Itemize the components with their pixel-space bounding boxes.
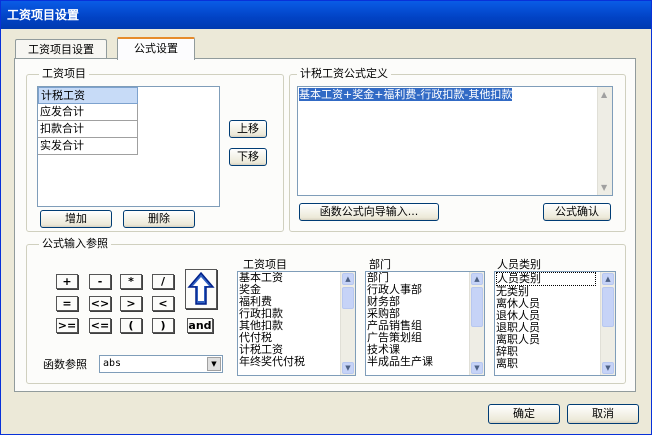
window-title: 工资项目设置: [7, 8, 80, 22]
dialog-window: 工资项目设置 工资项目设置 公式设置 工资项目 计税工资 应发合计 扣款合计 实…: [0, 0, 652, 435]
op-plus-button[interactable]: +: [56, 274, 78, 289]
scroll-thumb[interactable]: [342, 287, 354, 309]
tab-salary-items[interactable]: 工资项目设置: [15, 39, 107, 60]
list-items: 基本工资 奖金 福利费 行政扣款 其他扣款 代付税 计税工资 年终奖代付税: [239, 272, 339, 368]
scroll-down-icon[interactable]: ▼: [342, 362, 354, 374]
salary-items-group-label: 工资项目: [39, 67, 89, 80]
move-down-button[interactable]: 下移: [229, 148, 267, 166]
op-greater-button[interactable]: >: [120, 296, 142, 311]
op-divide-button[interactable]: /: [152, 274, 174, 289]
op-and-button[interactable]: and: [187, 318, 213, 333]
department-ref-list[interactable]: 部门 行政人事部 财务部 采购部 产品销售组 广告策划组 技术课 半成品生产课 …: [365, 271, 485, 376]
add-button[interactable]: 增加: [40, 210, 112, 228]
op-less-button[interactable]: <: [152, 296, 174, 311]
formula-scrollbar[interactable]: ▲ ▼: [597, 87, 612, 195]
tab-label: 公式设置: [134, 42, 178, 55]
list-item[interactable]: 年终奖代付税: [239, 356, 339, 368]
scroll-down-icon[interactable]: ▼: [602, 362, 614, 374]
insert-arrow-button[interactable]: [185, 269, 217, 309]
staff-category-ref-title: 人员类别: [497, 258, 541, 271]
func-ref-label: 函数参照: [43, 358, 87, 371]
scroll-down-icon[interactable]: ▼: [471, 362, 483, 374]
salary-items-ref-title: 工资项目: [243, 258, 287, 271]
department-ref-title: 部门: [369, 258, 391, 271]
list-item[interactable]: 计税工资: [38, 87, 138, 104]
up-arrow-icon: [187, 271, 215, 305]
list-item[interactable]: 扣款合计: [38, 121, 138, 138]
list-item[interactable]: 离职: [496, 358, 596, 370]
ok-button[interactable]: 确定: [488, 404, 560, 424]
list-items: 人员类别 无类别 离休人员 退休人员 退职人员 离职人员 辞职 离职: [496, 272, 596, 370]
move-up-button[interactable]: 上移: [229, 120, 267, 138]
title-bar: 工资项目设置: [1, 1, 651, 29]
op-equal-button[interactable]: =: [56, 296, 78, 311]
formula-wizard-button[interactable]: 函数公式向导输入...: [299, 203, 439, 221]
tab-label: 工资项目设置: [28, 43, 94, 56]
op-close-paren-button[interactable]: ): [152, 318, 174, 333]
op-minus-button[interactable]: -: [89, 274, 111, 289]
tab-formula-settings[interactable]: 公式设置: [117, 37, 195, 60]
list-item[interactable]: 人员类别: [496, 272, 596, 286]
formula-textarea[interactable]: 基本工资+奖金+福利费-行政扣款-其他扣款 ▲ ▼: [297, 86, 613, 196]
formula-def-group-label: 计税工资公式定义: [297, 67, 391, 80]
scroll-up-icon[interactable]: ▲: [342, 273, 354, 285]
scroll-up-icon[interactable]: ▲: [601, 90, 607, 99]
salary-items-ref-list[interactable]: 基本工资 奖金 福利费 行政扣款 其他扣款 代付税 计税工资 年终奖代付税 ▲ …: [237, 271, 356, 376]
cancel-button[interactable]: 取消: [567, 404, 639, 424]
scroll-down-icon[interactable]: ▼: [601, 183, 607, 192]
scroll-up-icon[interactable]: ▲: [602, 273, 614, 285]
scrollbar[interactable]: ▲ ▼: [600, 272, 615, 375]
salary-items-list[interactable]: 计税工资 应发合计 扣款合计 实发合计: [37, 86, 220, 207]
scroll-thumb[interactable]: [602, 287, 614, 327]
func-ref-value: abs: [103, 358, 122, 369]
scroll-up-icon[interactable]: ▲: [471, 273, 483, 285]
scrollbar[interactable]: ▲ ▼: [469, 272, 484, 375]
formula-text: 基本工资+奖金+福利费-行政扣款-其他扣款: [299, 88, 513, 101]
op-less-equal-button[interactable]: <=: [89, 318, 111, 333]
formula-confirm-button[interactable]: 公式确认: [543, 203, 611, 221]
op-not-equal-button[interactable]: <>: [89, 296, 111, 311]
tab-panel: 工资项目 计税工资 应发合计 扣款合计 实发合计 上移 下移 增加 删除 计税工…: [14, 58, 636, 392]
list-item[interactable]: 实发合计: [38, 138, 138, 155]
func-ref-select[interactable]: abs ▼: [99, 355, 223, 373]
op-open-paren-button[interactable]: (: [120, 318, 142, 333]
chevron-down-icon[interactable]: ▼: [207, 357, 221, 371]
scrollbar[interactable]: ▲ ▼: [340, 272, 355, 375]
formula-ref-group-label: 公式输入参照: [39, 237, 111, 250]
list-items: 部门 行政人事部 财务部 采购部 产品销售组 广告策划组 技术课 半成品生产课: [367, 272, 467, 368]
scroll-thumb[interactable]: [471, 287, 483, 327]
delete-button[interactable]: 删除: [123, 210, 195, 228]
list-item[interactable]: 应发合计: [38, 104, 138, 121]
list-item[interactable]: 半成品生产课: [367, 356, 467, 368]
op-greater-equal-button[interactable]: >=: [56, 318, 78, 333]
op-multiply-button[interactable]: *: [120, 274, 142, 289]
staff-category-ref-list[interactable]: 人员类别 无类别 离休人员 退休人员 退职人员 离职人员 辞职 离职 ▲ ▼: [494, 271, 616, 376]
